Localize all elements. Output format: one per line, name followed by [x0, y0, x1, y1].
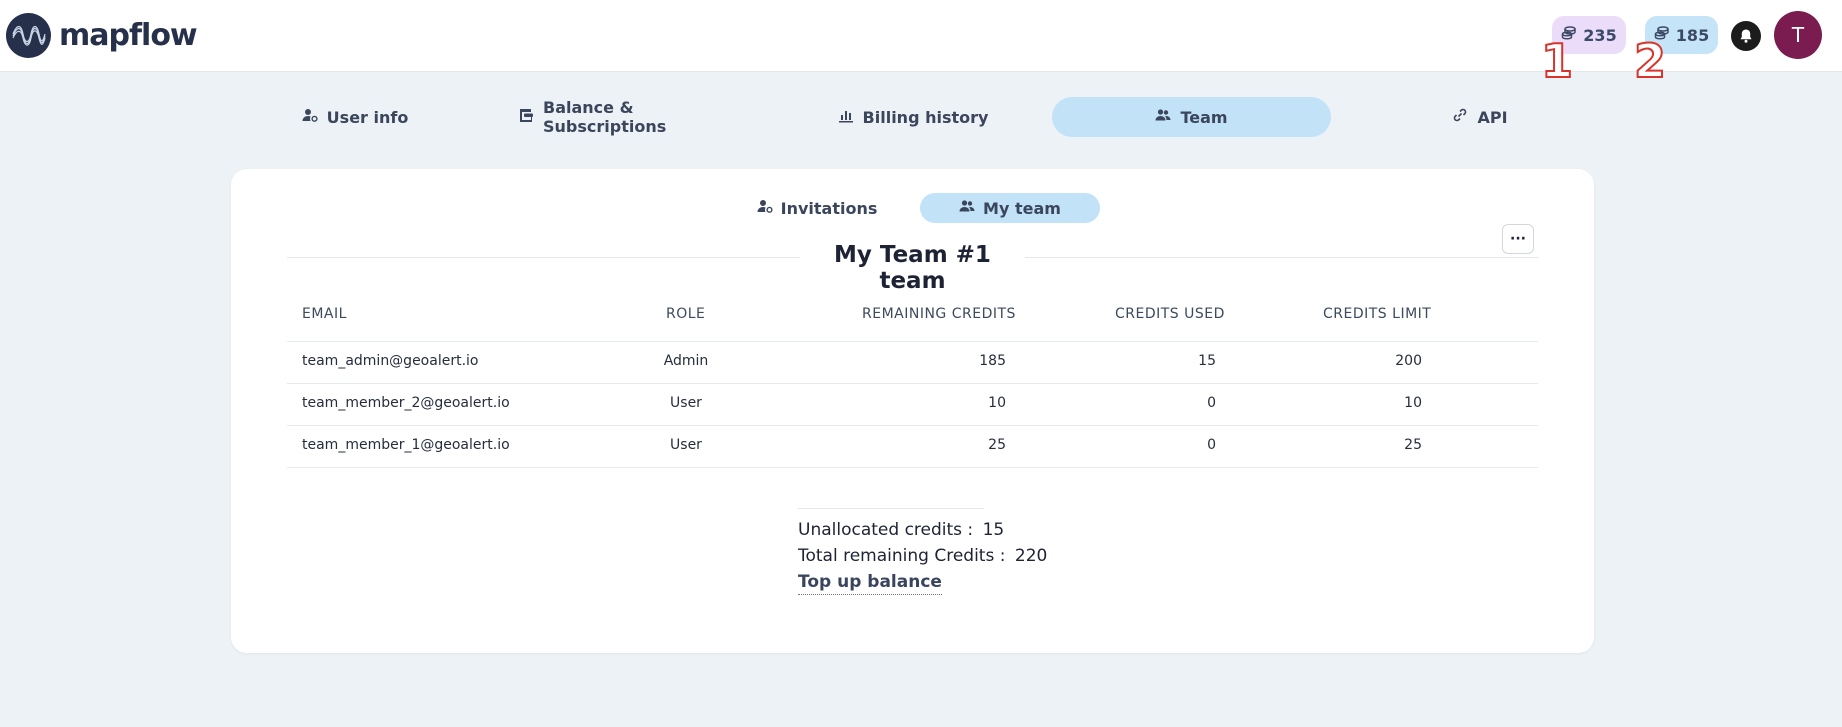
user-avatar[interactable]: T	[1774, 11, 1822, 59]
top-up-balance-link[interactable]: Top up balance	[798, 572, 942, 595]
tab-api-label: API	[1477, 107, 1508, 127]
more-options-button[interactable]: ···	[1502, 224, 1534, 254]
row-2-email: team_member_2@geoalert.io	[302, 395, 510, 411]
row-3-used: 0	[1207, 437, 1216, 453]
tab-team[interactable]: Team	[1052, 97, 1331, 137]
team-credits-value: 185	[1675, 25, 1710, 45]
tab-billing-history[interactable]: Billing history	[833, 97, 993, 137]
header-credits-limit: CREDITS LIMIT	[1323, 306, 1432, 322]
total-remaining-credits: Total remaining Credits : 220	[798, 546, 1047, 566]
row-1-email: team_admin@geoalert.io	[302, 353, 479, 369]
row-2-limit: 10	[1404, 395, 1422, 411]
subtab-invitations[interactable]: Invitations	[752, 193, 882, 223]
tab-user-info[interactable]: User info	[270, 97, 440, 137]
notifications-bell-icon[interactable]	[1731, 21, 1761, 51]
tab-balance-label: Balance & Subscriptions	[543, 98, 667, 136]
table-header-divider	[287, 341, 1538, 342]
header-credits-used: CREDITS USED	[1115, 306, 1225, 322]
link-icon	[1452, 107, 1468, 127]
subtab-invitations-label: Invitations	[780, 198, 878, 218]
row-divider	[287, 467, 1538, 468]
unallocated-credits: Unallocated credits : 15	[798, 520, 1004, 540]
personal-credits-value: 235	[1583, 25, 1617, 45]
summary-divider	[798, 508, 984, 509]
users-icon	[959, 198, 975, 218]
users-icon	[1155, 107, 1171, 127]
wallet-icon	[518, 107, 534, 127]
subtab-my-team[interactable]: My team	[920, 193, 1100, 223]
tab-team-label: Team	[1180, 107, 1228, 127]
user-gear-icon	[302, 107, 318, 127]
tab-user-info-label: User info	[326, 107, 409, 127]
row-1-remaining: 185	[979, 353, 1006, 369]
tab-billing-label: Billing history	[862, 107, 989, 127]
annotation-2: 2	[1633, 34, 1667, 88]
team-title: My Team #1 team	[800, 242, 1025, 294]
logo-wave-icon	[6, 13, 51, 58]
subtab-my-team-label: My team	[983, 198, 1061, 218]
unallocated-credits-label: Unallocated credits :	[798, 520, 974, 540]
tab-balance-subscriptions[interactable]: Balance & Subscriptions	[518, 97, 752, 137]
header-remaining-credits: REMAINING CREDITS	[862, 306, 1016, 322]
total-remaining-credits-value: 220	[1014, 546, 1048, 566]
unallocated-credits-value: 15	[982, 520, 1005, 540]
row-2-role: User	[670, 395, 702, 411]
header-email: EMAIL	[302, 306, 347, 322]
bar-chart-icon	[838, 107, 854, 127]
row-1-limit: 200	[1395, 353, 1422, 369]
row-3-email: team_member_1@geoalert.io	[302, 437, 510, 453]
row-3-remaining: 25	[988, 437, 1006, 453]
tab-api[interactable]: API	[1430, 97, 1530, 137]
row-2-used: 0	[1207, 395, 1216, 411]
annotation-1: 1	[1540, 34, 1574, 88]
row-divider	[287, 383, 1538, 384]
row-1-used: 15	[1198, 353, 1216, 369]
row-2-remaining: 10	[988, 395, 1006, 411]
logo-text: mapflow	[59, 18, 198, 53]
mapflow-logo[interactable]: mapflow	[6, 13, 198, 58]
total-remaining-credits-label: Total remaining Credits :	[798, 546, 1006, 566]
user-gear-icon	[757, 198, 773, 218]
row-3-role: User	[670, 437, 702, 453]
row-divider	[287, 425, 1538, 426]
row-3-limit: 25	[1404, 437, 1422, 453]
row-1-role: Admin	[663, 353, 709, 369]
header-role: ROLE	[666, 306, 706, 322]
